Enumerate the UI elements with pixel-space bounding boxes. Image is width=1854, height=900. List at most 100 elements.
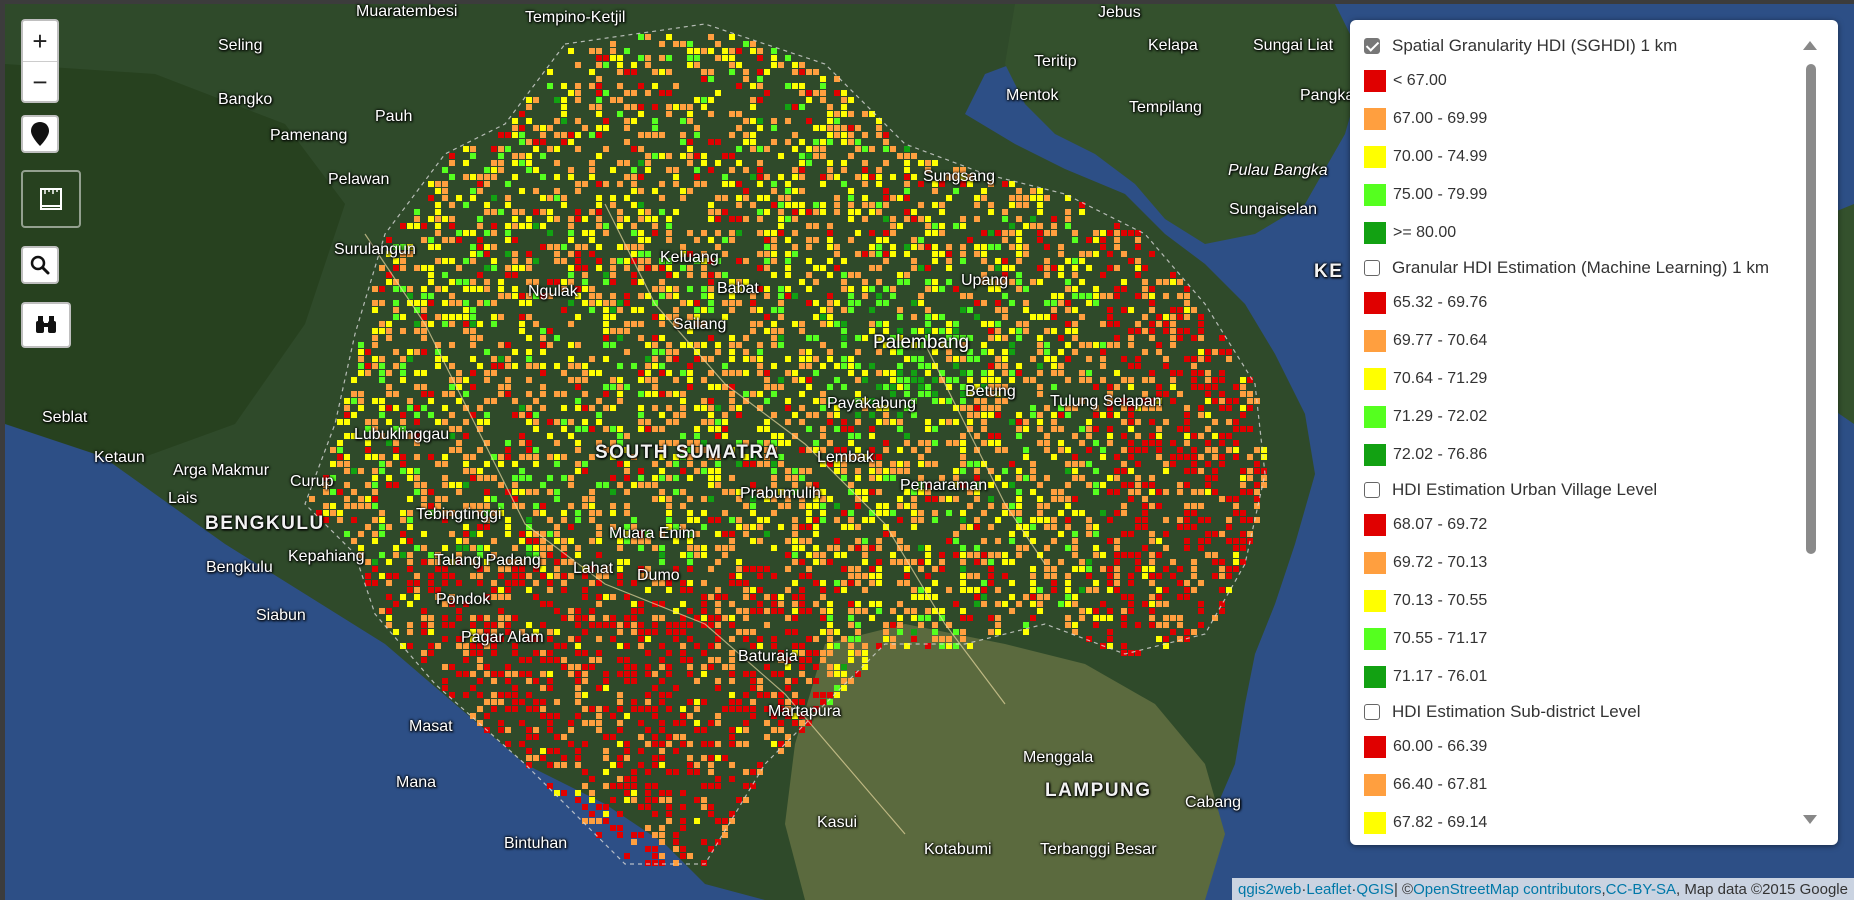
hdi-cell	[869, 566, 875, 572]
hdi-cell	[1023, 286, 1029, 292]
hdi-cell	[540, 195, 546, 201]
layer-legend-panel[interactable]: Spatial Granularity HDI (SGHDI) 1 km < 67…	[1350, 20, 1838, 845]
scroll-down-arrow[interactable]	[1803, 815, 1817, 824]
map-viewport[interactable]: Muaratembesi Tempino-Ketjil Jebus Seling Kel…	[0, 0, 1854, 900]
hdi-cell	[610, 272, 616, 278]
hdi-cell	[729, 48, 735, 54]
locate-button[interactable]	[21, 115, 59, 153]
hdi-cell	[1051, 223, 1057, 229]
qgis2web-link[interactable]: qgis2web	[1238, 881, 1301, 898]
hdi-cell	[547, 517, 553, 523]
layer-toggle[interactable]: HDI Estimation Sub-district Level	[1364, 696, 1824, 728]
hdi-cell	[848, 517, 854, 523]
hdi-cell	[414, 573, 420, 579]
place-label: Sungaiselan	[1229, 201, 1318, 218]
hdi-cell	[1135, 328, 1141, 334]
hdi-cell	[1177, 489, 1183, 495]
hdi-cell	[715, 349, 721, 355]
scroll-up-arrow[interactable]	[1803, 41, 1817, 50]
layer-checkbox[interactable]	[1364, 704, 1380, 720]
legend-label: 71.17 - 76.01	[1393, 668, 1488, 685]
hdi-cell	[603, 811, 609, 817]
hdi-cell	[659, 475, 665, 481]
hdi-cell	[463, 692, 469, 698]
hdi-cell	[680, 657, 686, 663]
hdi-cell	[561, 258, 567, 264]
hdi-cell	[701, 342, 707, 348]
qgis-link[interactable]: QGIS	[1356, 881, 1394, 898]
hdi-cell	[771, 181, 777, 187]
hdi-cell	[925, 160, 931, 166]
hdi-cell	[855, 608, 861, 614]
hdi-cell	[743, 76, 749, 82]
hdi-cell	[554, 391, 560, 397]
geocoder-button[interactable]	[21, 302, 71, 348]
layer-toggle[interactable]: Granular HDI Estimation (Machine Learnin…	[1364, 252, 1824, 284]
license-link[interactable]: CC-BY-SA	[1606, 881, 1676, 898]
hdi-cell	[701, 580, 707, 586]
layer-checkbox[interactable]	[1364, 482, 1380, 498]
hdi-cell	[960, 615, 966, 621]
hdi-cell	[827, 300, 833, 306]
hdi-cell	[645, 391, 651, 397]
hdi-cell	[659, 727, 665, 733]
search-button[interactable]	[21, 246, 59, 284]
hdi-cell	[785, 104, 791, 110]
hdi-cell	[652, 118, 658, 124]
hdi-cell	[505, 251, 511, 257]
hdi-cell	[701, 468, 707, 474]
hdi-cell	[554, 244, 560, 250]
hdi-cell	[764, 258, 770, 264]
hdi-cell	[855, 573, 861, 579]
hdi-cell	[449, 664, 455, 670]
hdi-cell	[1135, 265, 1141, 271]
hdi-cell	[582, 181, 588, 187]
hdi-cell	[911, 300, 917, 306]
zoom-in-button[interactable]: +	[23, 21, 57, 62]
hdi-cell	[547, 216, 553, 222]
hdi-cell	[1016, 230, 1022, 236]
place-label: Baturaja	[738, 648, 798, 665]
hdi-cell	[1058, 412, 1064, 418]
hdi-cell	[841, 307, 847, 313]
hdi-cell	[533, 223, 539, 229]
hdi-cell	[1177, 314, 1183, 320]
hdi-cell	[491, 356, 497, 362]
hdi-cell	[463, 307, 469, 313]
hdi-cell	[820, 139, 826, 145]
hdi-cell	[1149, 580, 1155, 586]
hdi-cell	[778, 307, 784, 313]
hdi-cell	[645, 664, 651, 670]
hdi-cell	[1205, 531, 1211, 537]
hdi-cell	[463, 258, 469, 264]
hdi-cell	[960, 258, 966, 264]
hdi-cell	[1156, 321, 1162, 327]
osm-link[interactable]: OpenStreetMap contributors	[1413, 881, 1601, 898]
layer-checkbox[interactable]	[1364, 260, 1380, 276]
hdi-cell	[862, 664, 868, 670]
hdi-cell	[568, 608, 574, 614]
leaflet-link[interactable]: Leaflet	[1306, 881, 1351, 898]
hdi-cell	[911, 153, 917, 159]
hdi-cell	[491, 321, 497, 327]
legend-entry: 70.00 - 74.99	[1364, 138, 1824, 176]
hdi-cell	[736, 370, 742, 376]
hdi-cell	[547, 69, 553, 75]
hdi-cell	[1100, 349, 1106, 355]
layer-toggle[interactable]: HDI Estimation Urban Village Level	[1364, 474, 1824, 506]
hdi-cell	[337, 517, 343, 523]
legend-swatch	[1364, 628, 1386, 650]
hdi-cell	[1002, 335, 1008, 341]
scrollbar-thumb[interactable]	[1806, 64, 1816, 554]
hdi-cell	[470, 685, 476, 691]
hdi-cell	[568, 482, 574, 488]
layer-checkbox[interactable]	[1364, 38, 1380, 54]
measure-button[interactable]	[21, 170, 81, 228]
layer-toggle[interactable]: Spatial Granularity HDI (SGHDI) 1 km	[1364, 30, 1824, 62]
hdi-cell	[897, 314, 903, 320]
hdi-cell	[470, 531, 476, 537]
place-label: Kasui	[817, 814, 858, 831]
hdi-cell	[477, 300, 483, 306]
hdi-cell	[1212, 475, 1218, 481]
zoom-out-button[interactable]: −	[23, 62, 57, 101]
